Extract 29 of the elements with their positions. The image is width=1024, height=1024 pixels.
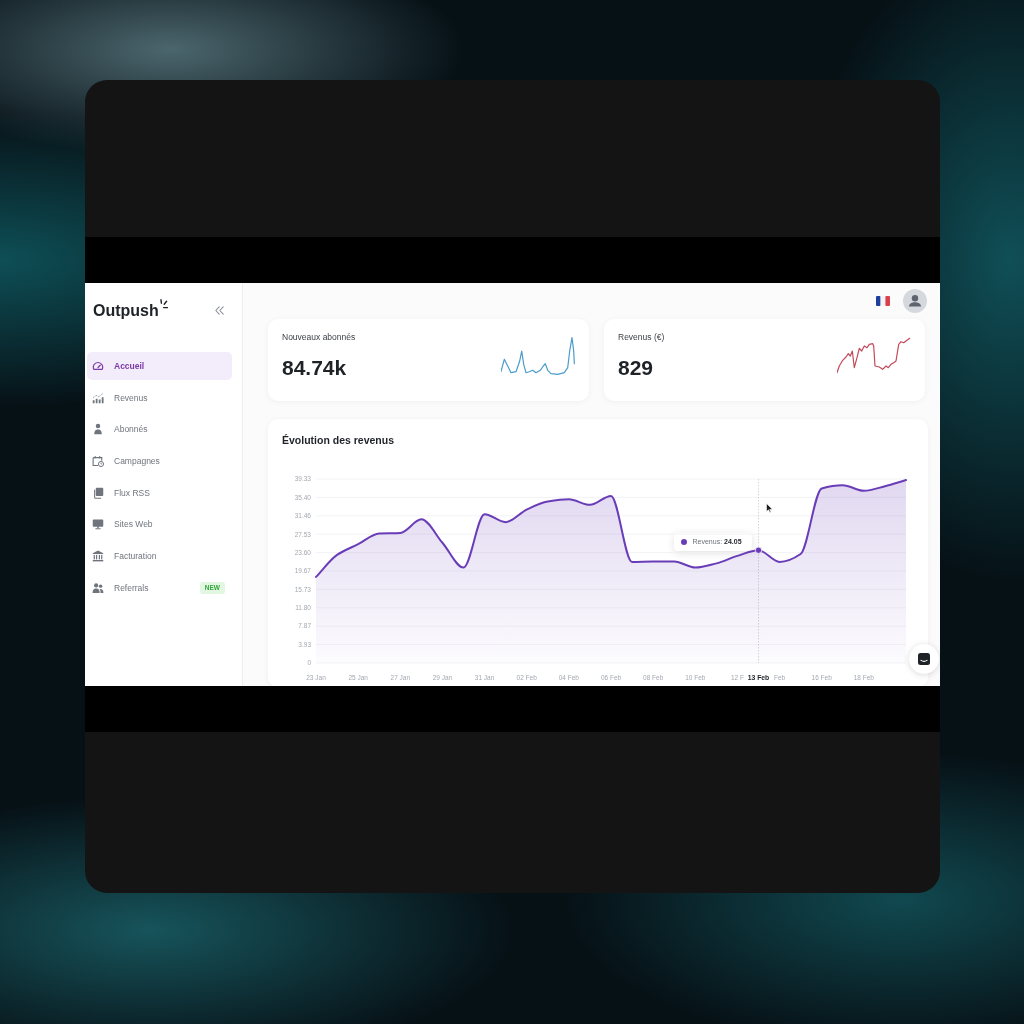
sparkle-icon: [158, 298, 168, 311]
stat-value: 84.74k: [282, 356, 348, 380]
logo-text: Outpush: [93, 301, 159, 320]
avatar-icon[interactable]: [903, 289, 927, 313]
nav-item[interactable]: Abonnés: [87, 415, 232, 444]
stat-title: Revenus (€): [618, 331, 665, 343]
chevrons-left-icon: [215, 306, 224, 315]
collapse-button[interactable]: [215, 306, 224, 315]
point-marker-icon: [754, 546, 763, 554]
gauge-icon: [92, 360, 104, 372]
nav-item[interactable]: Facturation: [87, 542, 232, 571]
chat-icon: [918, 653, 930, 665]
people-icon: [92, 581, 104, 594]
monitor-icon: [92, 518, 104, 531]
person-icon: [92, 423, 104, 436]
bank-icon: [92, 550, 104, 563]
nav-item[interactable]: Campagnes: [87, 447, 232, 476]
bar-chart-icon: [92, 391, 104, 404]
stat-value: 829: [618, 356, 655, 380]
mouse-pointer-icon: [766, 503, 773, 513]
nav-item[interactable]: Revenus: [87, 383, 232, 412]
copy-icon: [92, 486, 104, 499]
flag-icon[interactable]: [876, 296, 890, 306]
calendar-icon: [92, 455, 104, 468]
stat-title: Nouveaux abonnés: [282, 331, 356, 343]
nav-item[interactable]: Sites Web: [87, 510, 232, 539]
nav-item[interactable]: Accueil: [87, 352, 232, 380]
chart-title: Évolution des revenus: [282, 433, 396, 447]
nav-item[interactable]: Flux RSS: [87, 478, 232, 507]
